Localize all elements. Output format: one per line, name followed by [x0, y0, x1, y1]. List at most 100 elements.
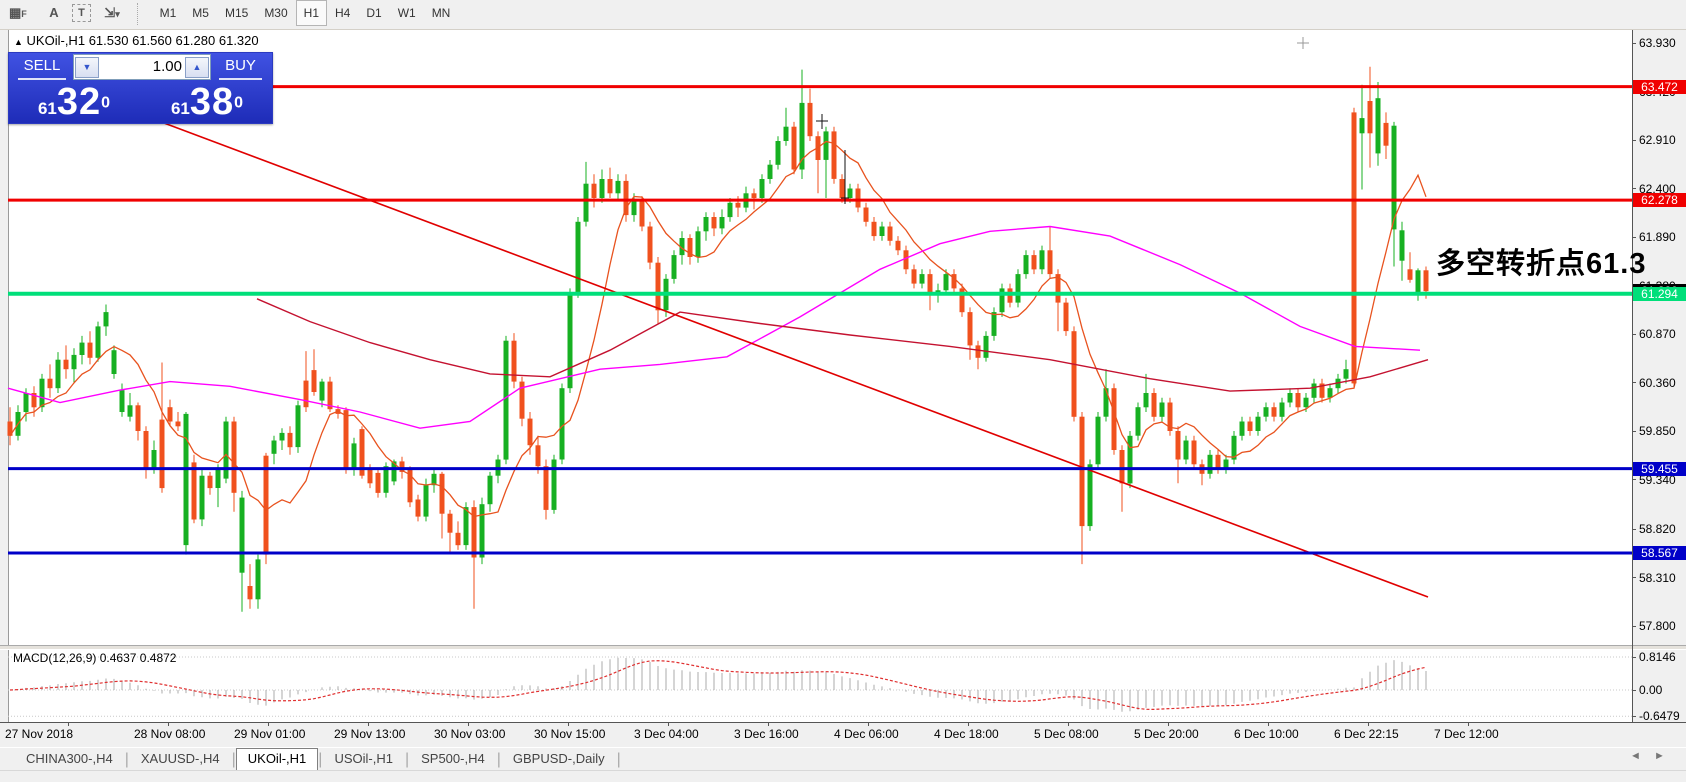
price-tick-label: 57.800	[1639, 619, 1676, 633]
buy-price[interactable]: 61380	[142, 81, 272, 123]
macd-axis-tick-mark	[1632, 715, 1636, 717]
price-tick-mark	[1632, 479, 1636, 480]
price-tick-label: 60.360	[1639, 375, 1676, 390]
level-price-badge: 61.294	[1633, 286, 1686, 301]
price-axis-line[interactable]	[1632, 30, 1633, 722]
price-tick-mark	[1632, 528, 1636, 530]
quote-low: 61.280	[175, 33, 216, 48]
timeframe-button-m30[interactable]: M30	[256, 0, 295, 26]
timeframe-button-m15[interactable]: M15	[217, 0, 256, 26]
time-tick-mark	[68, 722, 69, 726]
price-tick-mark	[1632, 236, 1636, 238]
text-label-icon[interactable]: A	[40, 0, 67, 25]
time-tick-mark	[1368, 722, 1369, 726]
macd-axis-label: 0.8146	[1639, 650, 1676, 664]
time-tick-label: 5 Dec 20:00	[1134, 727, 1199, 741]
time-tick-label: 3 Dec 04:00	[634, 727, 699, 741]
one-click-trading-panel: SELL ▼ 1.00 ▲ BUY 61320 61380	[8, 52, 273, 124]
time-tick-mark	[1268, 722, 1269, 726]
timeframe-button-mn[interactable]: MN	[424, 0, 459, 26]
tab-scroll-buttons: ◄ ►	[1630, 750, 1665, 762]
toolbar-separator	[137, 3, 143, 25]
macd-indicator-pane[interactable]	[8, 648, 1633, 722]
sell-button[interactable]: SELL	[13, 55, 71, 80]
price-tick-mark	[1632, 139, 1636, 141]
macd-axis-tick-mark	[1632, 689, 1636, 691]
time-tick-label: 30 Nov 15:00	[534, 727, 606, 741]
time-tick-label: 29 Nov 01:00	[234, 727, 306, 741]
time-tick-label: 5 Dec 08:00	[1034, 727, 1099, 741]
macd-signal-value: 0.4872	[139, 651, 177, 665]
symbol-tab-usoilh1[interactable]: USOil-,H1	[322, 748, 405, 770]
macd-main-value: 0.4637	[99, 651, 137, 665]
price-tick-label: 58.310	[1639, 570, 1676, 585]
timeframe-buttons: M1 M5 M15 M30 H1 H4 D1 W1 MN	[152, 0, 459, 29]
macd-label: MACD(12,26,9) 0.4637 0.4872	[13, 651, 177, 665]
symbol-tab-bar: CHINA300-,H4 | XAUUSD-,H4 | UKOil-,H1 | USOil-…	[0, 747, 1686, 771]
sell-price[interactable]: 61320	[9, 81, 139, 123]
level-price-badge: 63.472	[1633, 79, 1686, 94]
timeframe-button-m5[interactable]: M5	[184, 0, 217, 26]
price-tick-label: 60.870	[1639, 327, 1676, 341]
symbol-tab-xauusdh4[interactable]: XAUUSD-,H4	[129, 748, 232, 770]
symbol-tab-sp500h4[interactable]: SP500-,H4	[409, 748, 497, 770]
macd-axis-label: 0.00	[1639, 683, 1663, 697]
text-box-icon[interactable]: T	[72, 4, 91, 22]
tab-scroll-left-icon[interactable]: ◄	[1630, 750, 1641, 762]
time-tick-mark	[1168, 722, 1169, 726]
timeframe-button-m1[interactable]: M1	[152, 0, 185, 26]
dropdown-caret-icon: ▾	[115, 9, 120, 19]
buy-button[interactable]: BUY	[213, 55, 268, 80]
timeframe-button-w1[interactable]: W1	[390, 0, 424, 26]
time-axis-separator	[0, 722, 1686, 723]
time-tick-mark	[468, 722, 469, 726]
time-tick-label: 4 Dec 06:00	[834, 727, 899, 741]
cursor-arrows-icon[interactable]: ⇲▾	[95, 0, 128, 26]
quote-high: 61.560	[132, 33, 172, 48]
time-tick-mark	[1468, 722, 1469, 726]
pane-separator[interactable]	[0, 645, 1686, 650]
timeframe-button-h4[interactable]: H4	[327, 0, 358, 26]
tab-scroll-right-icon[interactable]: ►	[1654, 750, 1665, 762]
time-tick-mark	[268, 722, 269, 726]
quote-symbol: UKOil-,H1	[26, 33, 86, 48]
window-footer-strip	[0, 770, 1686, 782]
time-tick-label: 7 Dec 12:00	[1434, 727, 1499, 741]
chart-shift-icon[interactable]: ▦F	[0, 0, 36, 26]
time-tick-label: 6 Dec 22:15	[1334, 727, 1399, 741]
tab-separator: |	[616, 751, 621, 768]
time-tick-mark	[668, 722, 669, 726]
timeframe-button-h1[interactable]: H1	[295, 0, 327, 26]
volume-decrease-button[interactable]: ▼	[75, 57, 99, 78]
timeframe-button-d1[interactable]: D1	[358, 0, 389, 26]
time-tick-label: 30 Nov 03:00	[434, 727, 506, 741]
volume-increase-button[interactable]: ▲	[185, 57, 209, 78]
price-tick-mark	[1632, 333, 1636, 335]
time-tick-label: 6 Dec 10:00	[1234, 727, 1299, 741]
time-tick-label: 4 Dec 18:00	[934, 727, 999, 741]
price-tick-mark	[1632, 625, 1636, 627]
macd-axis-label: -0.6479	[1639, 709, 1680, 724]
price-tick-mark	[1632, 188, 1636, 189]
level-price-badge: 58.567	[1633, 546, 1686, 560]
time-tick-mark	[568, 722, 569, 726]
price-tick-mark	[1632, 577, 1636, 578]
time-tick-mark	[168, 722, 169, 726]
price-tick-mark	[1632, 42, 1636, 44]
price-tick-mark	[1632, 382, 1636, 383]
price-tick-label: 59.850	[1639, 424, 1676, 438]
time-tick-mark	[768, 722, 769, 726]
symbol-tab-china300h4[interactable]: CHINA300-,H4	[14, 748, 125, 770]
top-toolbar: ▦F A T ⇲▾ M1 M5 M15 M30 H1 H4 D1 W1 MN	[0, 0, 1686, 30]
quote-open: 61.530	[88, 33, 129, 48]
volume-input[interactable]: 1.00	[153, 58, 182, 75]
symbol-tab-gbpusddaily[interactable]: GBPUSD-,Daily	[501, 748, 617, 770]
symbol-tab-ukoilh1[interactable]: UKOil-,H1	[235, 748, 319, 771]
quote-close: 61.320	[218, 33, 259, 48]
time-tick-mark	[868, 722, 869, 726]
volume-box: ▼ 1.00 ▲	[73, 54, 211, 80]
time-tick-label: 29 Nov 13:00	[334, 727, 406, 741]
quote-bar: ▲ UKOil-,H1 61.530 61.560 61.280 61.320	[14, 33, 259, 48]
price-tick-label: 62.910	[1639, 133, 1676, 147]
direction-arrow-icon: ▲	[14, 37, 23, 47]
